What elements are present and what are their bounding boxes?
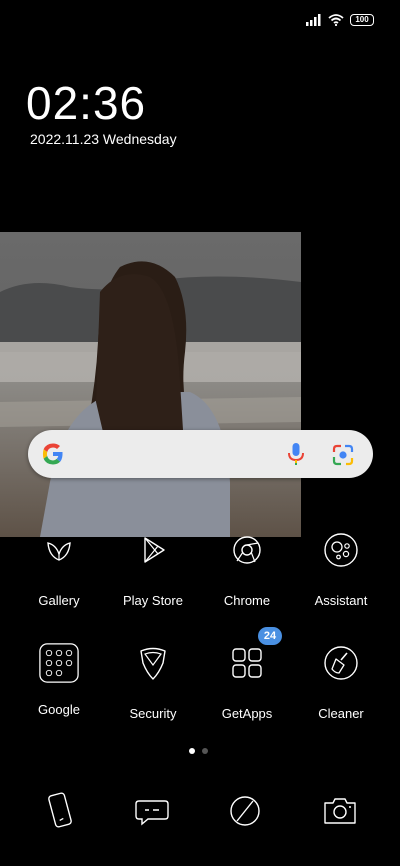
phone-icon: [48, 792, 72, 828]
wifi-icon: [328, 14, 344, 26]
app-label: Cleaner: [318, 706, 364, 721]
dock-camera[interactable]: [322, 794, 358, 831]
lens-icon[interactable]: [332, 444, 354, 466]
app-label: Assistant: [314, 593, 368, 608]
app-security[interactable]: Security: [106, 643, 200, 721]
app-label: Gallery: [38, 593, 80, 608]
gallery-icon: [47, 542, 71, 561]
dock-browser[interactable]: [228, 794, 262, 833]
app-assistant[interactable]: Assistant: [294, 530, 388, 608]
page-indicator: [189, 748, 208, 754]
clock-time[interactable]: 02:36: [26, 76, 146, 130]
dock-phone[interactable]: [43, 792, 77, 835]
getapps-icon: [232, 648, 262, 678]
chrome-icon: [233, 536, 261, 564]
app-label: Google: [38, 702, 80, 717]
app-label: Play Store: [123, 593, 183, 608]
signal-icon: [306, 14, 321, 26]
assistant-icon: [324, 533, 358, 567]
app-cleaner[interactable]: Cleaner: [294, 643, 388, 721]
page-dot-active: [189, 748, 195, 754]
clock-date[interactable]: 2022.11.23 Wednesday: [30, 131, 177, 147]
browser-icon: [230, 796, 260, 826]
google-search-bar[interactable]: [28, 430, 373, 478]
app-label: Chrome: [223, 593, 271, 608]
page-dot: [202, 748, 208, 754]
camera-icon: [324, 798, 356, 824]
photo-widget[interactable]: [0, 232, 301, 537]
app-gallery[interactable]: Gallery: [12, 530, 106, 608]
google-g-icon: [42, 443, 63, 465]
notification-badge: 24: [258, 627, 282, 645]
mic-icon[interactable]: [285, 442, 307, 466]
dock-messages[interactable]: [134, 797, 170, 832]
cleaner-icon: [324, 646, 358, 680]
google-folder-icon: [39, 643, 79, 683]
status-bar: 100: [306, 14, 374, 26]
battery-indicator: 100: [350, 14, 374, 26]
messages-icon: [135, 800, 169, 826]
app-google[interactable]: Google: [12, 643, 106, 717]
security-icon: [140, 647, 166, 680]
app-play-store[interactable]: Play Store: [106, 530, 200, 608]
app-chrome[interactable]: Chrome: [200, 530, 294, 608]
photo-image: [0, 232, 301, 537]
play-store-icon: [144, 537, 165, 563]
app-label: GetApps: [221, 706, 273, 721]
app-getapps[interactable]: GetApps: [200, 643, 294, 721]
app-label: Security: [129, 706, 177, 721]
